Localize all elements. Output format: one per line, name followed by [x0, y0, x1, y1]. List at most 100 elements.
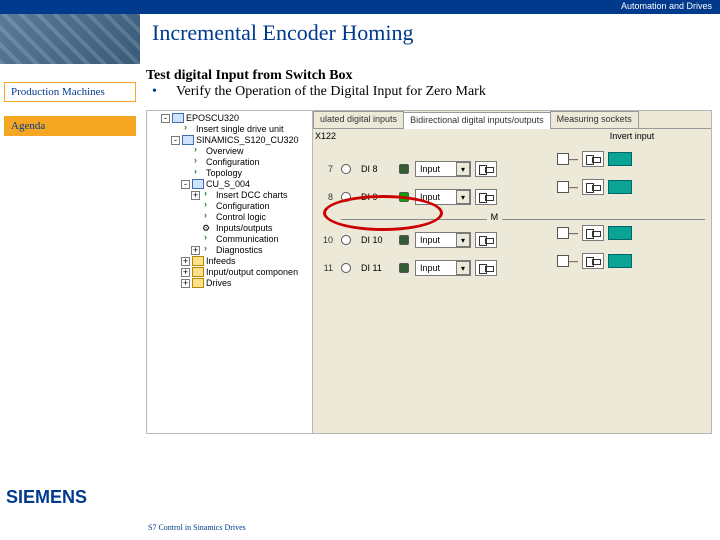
m-label: M [487, 212, 503, 222]
tree-expander[interactable]: + [181, 257, 190, 266]
tree-label: Topology [206, 168, 242, 178]
config-button[interactable] [475, 232, 497, 248]
hero: Incremental Encoder Homing [0, 14, 720, 64]
footer-left: S7 Control in Sinamics Drives [148, 523, 246, 532]
signal-dropdown[interactable]: Input▾ [415, 232, 471, 248]
signal-dropdown[interactable]: Input▾ [415, 189, 471, 205]
tab-bidirectional-dio[interactable]: Bidirectional digital inputs/outputs [403, 112, 551, 129]
arrow-icon [202, 212, 214, 222]
content-subtitle: Test digital Input from Switch Box [146, 68, 712, 84]
io-row: 11 DI 11 Input▾ [319, 254, 705, 282]
sidebar-item-label: Production Machines [11, 86, 105, 98]
tree-label: SINAMICS_S120_CU320 [196, 135, 299, 145]
arrow-icon [192, 168, 204, 178]
yel-icon [192, 278, 204, 288]
tree-label: Insert single drive unit [196, 124, 284, 134]
terminal-label: X122 [315, 131, 336, 141]
signal-dropdown[interactable]: Input▾ [415, 161, 471, 177]
project-tree[interactable]: - EPOSCU320Insert single drive unit - SINAM… [147, 111, 313, 433]
tree-expander[interactable]: + [181, 279, 190, 288]
status-led [399, 235, 409, 245]
yel-icon [192, 256, 204, 266]
terminal-icon [335, 186, 357, 208]
tree-item[interactable]: Communication [149, 234, 310, 245]
tree-label: Communication [216, 234, 279, 244]
tab-isolated-di[interactable]: ulated digital inputs [313, 111, 404, 128]
tree-label: Infeeds [206, 256, 236, 266]
pin-number: 11 [319, 263, 333, 273]
blue-icon [192, 179, 204, 189]
tree-label: Configuration [206, 157, 260, 167]
config-button[interactable] [475, 260, 497, 276]
status-led [399, 263, 409, 273]
config-button[interactable] [475, 189, 497, 205]
terminal-icon [335, 229, 357, 251]
tree-label: CU_S_004 [206, 179, 250, 189]
tree-item[interactable]: Overview [149, 146, 310, 157]
tab-measuring-sockets[interactable]: Measuring sockets [550, 111, 639, 128]
sidebar: Production Machines Agenda [0, 64, 140, 514]
tree-item[interactable]: Configuration [149, 157, 310, 168]
invert-heading: Invert input [557, 131, 707, 141]
yel-icon [192, 267, 204, 277]
config-button[interactable] [475, 161, 497, 177]
tree-item[interactable]: - EPOSCU320 [149, 113, 310, 124]
blue-icon [172, 113, 184, 123]
tree-expander[interactable]: + [181, 268, 190, 277]
tree-item[interactable]: - SINAMICS_S120_CU320 [149, 135, 310, 146]
tree-label: Configuration [216, 201, 270, 211]
tree-item[interactable]: + Infeeds [149, 256, 310, 267]
content-bullet: •Verify the Operation of the Digital Inp… [146, 84, 712, 100]
pin-number: 7 [319, 164, 333, 174]
main-content: Test digital Input from Switch Box •Veri… [140, 64, 720, 514]
chevron-down-icon[interactable]: ▾ [456, 233, 470, 247]
tree-label: Inputs/outputs [216, 223, 273, 233]
tree-item[interactable]: Control logic [149, 212, 310, 223]
chevron-down-icon[interactable]: ▾ [456, 261, 470, 275]
arrow-icon [202, 245, 214, 255]
io-row: 8 DI 9 Input▾ [319, 183, 705, 211]
footer: S7 Control in Sinamics Drives [0, 514, 720, 540]
tree-expander[interactable]: - [171, 136, 180, 145]
tree-item[interactable]: - CU_S_004 [149, 179, 310, 190]
di-label: DI 8 [361, 164, 391, 174]
chevron-down-icon[interactable]: ▾ [456, 162, 470, 176]
tree-expander[interactable]: + [191, 246, 200, 255]
io-row: 7 DI 8 Input▾ [319, 155, 705, 183]
chevron-down-icon[interactable]: ▾ [456, 190, 470, 204]
tree-label: Overview [206, 146, 244, 156]
bullet-text: Verify the Operation of the Digital Inpu… [176, 84, 486, 99]
status-led [399, 164, 409, 174]
tree-item[interactable]: + Drives [149, 278, 310, 289]
tree-label: EPOSCU320 [186, 113, 239, 123]
sidebar-item-label: Agenda [11, 120, 45, 132]
di-label: DI 11 [361, 263, 391, 273]
io-pane: ulated digital inputs Bidirectional digi… [313, 111, 711, 433]
m-divider: M [341, 219, 705, 220]
signal-dropdown[interactable]: Input▾ [415, 260, 471, 276]
sidebar-item-production[interactable]: Production Machines [4, 82, 136, 102]
tree-expander[interactable]: - [161, 114, 170, 123]
siemens-logo: SIEMENS [6, 487, 87, 507]
tree-item[interactable]: Inputs/outputs [149, 223, 310, 234]
status-led [399, 192, 409, 202]
tree-item[interactable]: + Input/output componen [149, 267, 310, 278]
tree-item[interactable]: Configuration [149, 201, 310, 212]
page-title: Incremental Encoder Homing [140, 14, 720, 64]
tree-label: Control logic [216, 212, 266, 222]
tree-label: Diagnostics [216, 245, 263, 255]
tree-item[interactable]: Topology [149, 168, 310, 179]
terminal-icon [335, 257, 357, 279]
tree-label: Input/output componen [206, 267, 298, 277]
tree-expander[interactable]: + [191, 191, 200, 200]
tree-item[interactable]: + Diagnostics [149, 245, 310, 256]
di-label: DI 9 [361, 192, 391, 202]
arrow-icon [182, 124, 194, 134]
di-label: DI 10 [361, 235, 391, 245]
tree-label: Drives [206, 278, 232, 288]
tree-item[interactable]: Insert single drive unit [149, 124, 310, 135]
sidebar-item-agenda[interactable]: Agenda [4, 116, 136, 136]
tree-expander[interactable]: - [181, 180, 190, 189]
tree-item[interactable]: +Insert DCC charts [149, 190, 310, 201]
pin-number: 8 [319, 192, 333, 202]
